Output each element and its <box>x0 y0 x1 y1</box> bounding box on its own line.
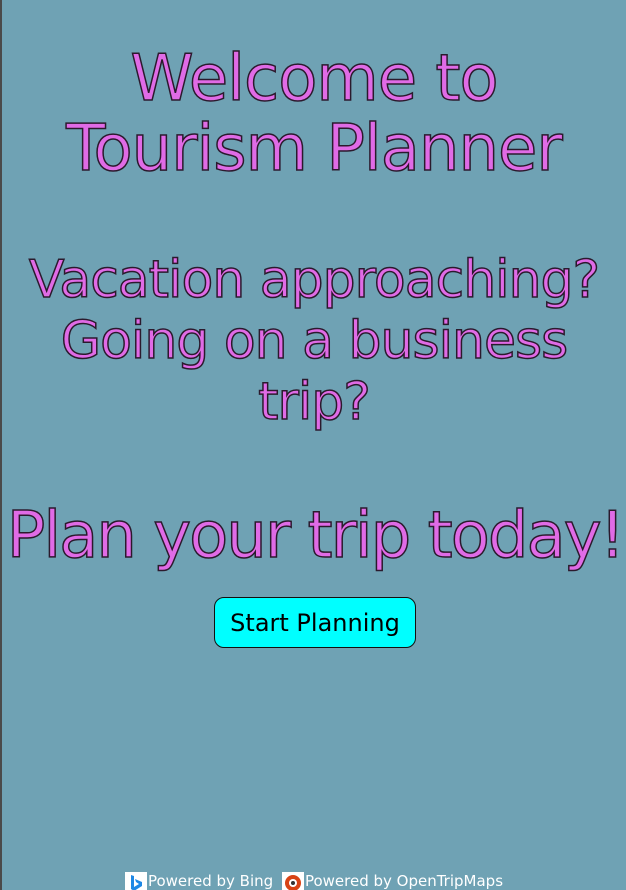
call-to-action-heading: Plan your trip today! <box>6 499 626 573</box>
page-title: Welcome to Tourism Planner <box>2 42 626 186</box>
opentripmaps-credit[interactable]: Powered by OpenTripMaps <box>281 872 504 890</box>
footer-credits: Powered by Bing Powered by OpenTripMaps <box>2 872 626 890</box>
bing-credit[interactable]: Powered by Bing <box>124 872 274 890</box>
start-planning-button[interactable]: Start Planning <box>214 597 416 648</box>
title-line-2: Tourism Planner <box>66 112 564 186</box>
subtitle-line-3: trip? <box>257 371 371 433</box>
subtitle-line-2: Going on a business <box>60 310 569 372</box>
title-line-1: Welcome to <box>130 42 500 116</box>
page-subtitle: Vacation approaching? Going on a busines… <box>2 249 626 433</box>
opentripmaps-credit-label: Powered by OpenTripMaps <box>304 872 504 890</box>
opentripmaps-logo-icon <box>281 872 304 890</box>
subtitle-line-1: Vacation approaching? <box>28 249 601 311</box>
bing-logo-icon <box>124 872 147 890</box>
bing-credit-label: Powered by Bing <box>147 872 274 890</box>
